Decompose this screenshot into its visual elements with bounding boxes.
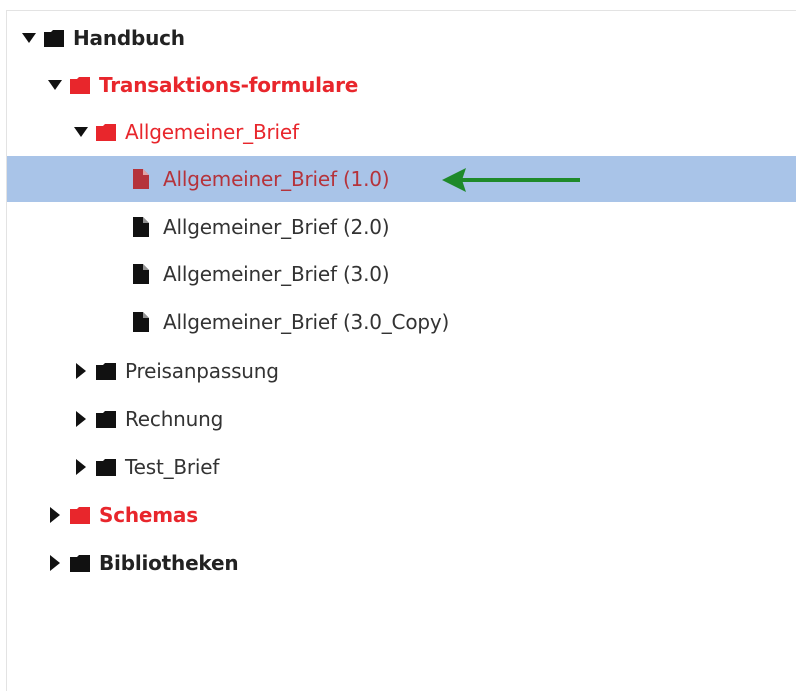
tree-item-allgemeiner-brief-3-0[interactable]: Allgemeiner_Brief (3.0)	[7, 251, 796, 297]
file-icon	[133, 264, 151, 284]
folder-icon	[69, 76, 91, 94]
tree-panel: Handbuch Transaktions-formulare Allgemei…	[6, 10, 796, 691]
tree-item-transaktions-formulare[interactable]: Transaktions-formulare	[7, 62, 796, 108]
caret-right-icon[interactable]	[73, 411, 89, 427]
tree-item-handbuch[interactable]: Handbuch	[7, 15, 796, 61]
tree-item-label: Allgemeiner_Brief	[125, 120, 299, 144]
caret-right-icon[interactable]	[47, 555, 63, 571]
tree-item-label: Allgemeiner_Brief (1.0)	[163, 167, 390, 191]
folder-icon	[95, 410, 117, 428]
folder-icon	[69, 554, 91, 572]
tree-item-rechnung[interactable]: Rechnung	[7, 396, 796, 442]
tree-item-label: Bibliotheken	[99, 551, 239, 575]
tree-item-label: Preisanpassung	[125, 359, 279, 383]
tree-item-label: Schemas	[99, 503, 198, 527]
folder-icon	[69, 506, 91, 524]
tree-item-test-brief[interactable]: Test_Brief	[7, 444, 796, 490]
tree-item-allgemeiner-brief-3-0-copy[interactable]: Allgemeiner_Brief (3.0_Copy)	[7, 299, 796, 345]
caret-right-icon[interactable]	[47, 507, 63, 523]
tree-item-label: Transaktions-formulare	[99, 73, 359, 97]
tree-item-label: Handbuch	[73, 26, 185, 50]
caret-down-icon[interactable]	[73, 124, 89, 140]
caret-down-icon[interactable]	[47, 77, 63, 93]
annotation-arrow-icon	[442, 168, 580, 192]
folder-icon	[43, 29, 65, 47]
tree-item-allgemeiner-brief-2-0[interactable]: Allgemeiner_Brief (2.0)	[7, 204, 796, 250]
folder-icon	[95, 362, 117, 380]
tree-item-preisanpassung[interactable]: Preisanpassung	[7, 348, 796, 394]
tree-item-label: Test_Brief	[125, 455, 220, 479]
caret-right-icon[interactable]	[73, 459, 89, 475]
tree-item-label: Allgemeiner_Brief (3.0)	[163, 262, 390, 286]
tree-item-schemas[interactable]: Schemas	[7, 492, 796, 538]
tree-item-label: Allgemeiner_Brief (2.0)	[163, 215, 390, 239]
caret-down-icon[interactable]	[21, 30, 37, 46]
caret-right-icon[interactable]	[73, 363, 89, 379]
file-icon	[133, 217, 151, 237]
file-icon	[133, 169, 151, 189]
tree-item-label: Allgemeiner_Brief (3.0_Copy)	[163, 310, 450, 334]
folder-icon	[95, 458, 117, 476]
folder-icon	[95, 123, 117, 141]
tree-item-bibliotheken[interactable]: Bibliotheken	[7, 540, 796, 586]
tree-item-allgemeiner-brief[interactable]: Allgemeiner_Brief	[7, 109, 796, 155]
file-icon	[133, 312, 151, 332]
tree-item-label: Rechnung	[125, 407, 224, 431]
tree-item-allgemeiner-brief-1-0[interactable]: Allgemeiner_Brief (1.0)	[7, 156, 796, 202]
